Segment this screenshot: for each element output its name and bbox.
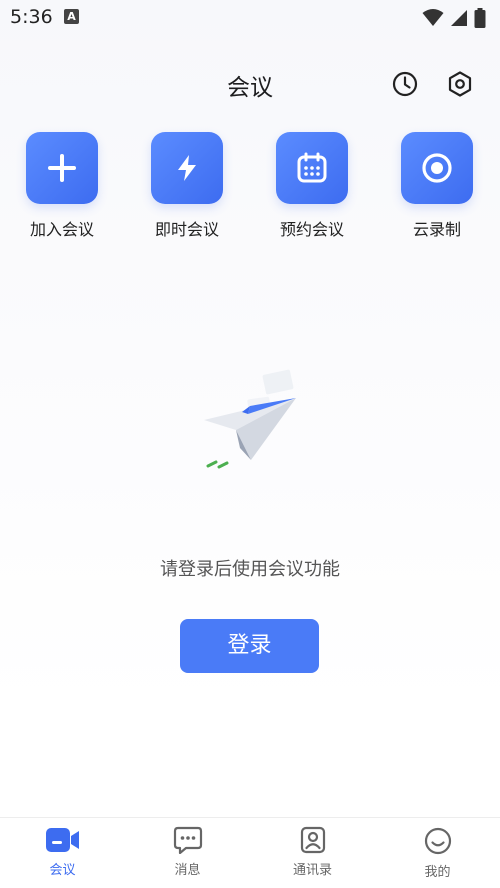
instant-meeting-tile[interactable] — [151, 132, 223, 204]
schedule-meeting-label: 预约会议 — [279, 220, 344, 239]
nav-item-meetings[interactable]: 会议 — [0, 826, 125, 878]
join-meeting-label: 加入会议 — [29, 220, 94, 239]
plus-icon — [48, 154, 76, 182]
status-bar: 5:36 A — [0, 0, 500, 34]
battery-icon — [474, 7, 486, 28]
cloud-record-tile[interactable] — [401, 132, 473, 204]
nav-item-profile[interactable]: 我的 — [375, 826, 500, 880]
join-meeting-tile[interactable] — [26, 132, 98, 204]
schedule-meeting-tile[interactable] — [276, 132, 348, 204]
status-time: 5:36 — [10, 6, 53, 28]
record-icon — [422, 153, 452, 183]
clock-icon[interactable] — [390, 69, 420, 99]
instant-meeting-button[interactable]: 即时会议 — [132, 132, 242, 240]
join-meeting-button[interactable]: 加入会议 — [7, 132, 117, 240]
calendar-icon — [297, 152, 327, 183]
nav-item-messages[interactable]: 消息 — [125, 826, 250, 878]
nav-label-contacts: 通讯录 — [292, 863, 332, 878]
notification-a-icon: A — [64, 9, 79, 24]
status-indicators — [422, 6, 486, 28]
login-button[interactable]: 登录 — [180, 619, 319, 673]
signal-icon — [450, 9, 467, 26]
paper-plane-illustration — [204, 369, 296, 469]
instant-meeting-label: 即时会议 — [154, 220, 219, 239]
contact-card-icon — [300, 826, 325, 854]
cloud-record-button[interactable]: 云录制 — [382, 132, 492, 240]
wifi-icon — [422, 8, 444, 26]
bottom-nav: 会议 消息 通讯录 我的 — [0, 817, 500, 888]
page-title: 会议 — [227, 75, 273, 101]
smiley-icon — [424, 827, 451, 855]
nav-label-profile: 我的 — [424, 865, 451, 880]
quick-actions: 加入会议 即时会议 预约会议 云录制 — [0, 132, 500, 242]
lightning-icon — [178, 155, 196, 181]
schedule-meeting-button[interactable]: 预约会议 — [257, 132, 367, 240]
chat-bubble-icon — [173, 826, 202, 854]
cloud-record-label: 云录制 — [412, 220, 461, 239]
video-camera-icon — [45, 828, 79, 852]
nav-item-contacts[interactable]: 通讯录 — [250, 826, 375, 878]
hexagon-settings-icon[interactable] — [445, 69, 475, 99]
login-prompt-text: 请登录后使用会议功能 — [160, 559, 340, 580]
nav-label-messages: 消息 — [174, 863, 201, 878]
nav-label-meetings: 会议 — [49, 863, 76, 878]
